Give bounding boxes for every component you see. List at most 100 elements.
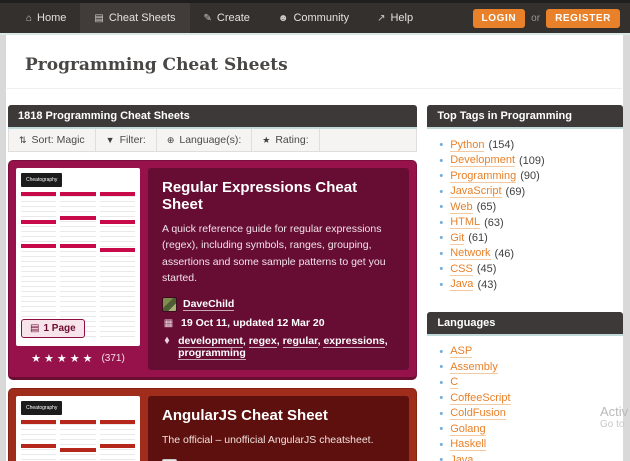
nav-item-help[interactable]: ↗ Help — [363, 3, 427, 33]
top-tag-link[interactable]: Python — [450, 139, 485, 152]
sort-icon: ⇅ — [19, 134, 27, 145]
cheat-sheet-title[interactable]: AngularJS Cheat Sheet — [162, 407, 395, 424]
cheat-sheet-thumbnail[interactable]: Cheatography ▤ — [16, 396, 140, 461]
language-link[interactable]: ASP — [450, 345, 473, 358]
top-tag-link[interactable]: JavaScript — [450, 185, 502, 198]
rating-control[interactable]: ★ Rating: — [252, 129, 320, 151]
top-tag-link[interactable]: Web — [450, 201, 473, 214]
top-tag-count: (46) — [494, 247, 515, 260]
cheat-sheet-title[interactable]: Regular Expressions Cheat Sheet — [162, 179, 395, 213]
language-link[interactable]: Haskell — [450, 438, 487, 451]
top-tag-link[interactable]: HTML — [450, 216, 481, 229]
cheat-sheet-card: Cheatography ▤ — [8, 160, 418, 381]
top-tag-item: • Web (65) — [439, 201, 623, 214]
watermark-line2: Go to — [600, 419, 625, 430]
sort-label: Sort: Magic — [31, 134, 85, 146]
top-tags-header: Top Tags in Programming — [427, 105, 623, 129]
language-link[interactable]: Java — [450, 454, 473, 461]
nav-item-create[interactable]: ✎ Create — [190, 3, 264, 33]
thumbnail-title-lines — [66, 401, 135, 402]
language-link[interactable]: Assembly — [450, 361, 498, 374]
top-tag-link[interactable]: Network — [450, 247, 491, 260]
top-tag-link[interactable]: CSS — [450, 263, 473, 276]
cheat-sheet-thumbnail[interactable]: Cheatography ▤ — [16, 168, 140, 347]
preview-column — [60, 420, 96, 461]
tag-link[interactable]: regular — [282, 335, 318, 349]
thumbnail-column: Cheatography ▤ — [16, 396, 140, 461]
nav-label-create: Create — [216, 12, 250, 24]
top-tag-link[interactable]: Java — [450, 278, 474, 291]
card-details: AngularJS Cheat Sheet The official – uno… — [148, 396, 410, 461]
cheatography-logo: Cheatography — [21, 401, 63, 416]
bullet-icon: • — [439, 392, 444, 404]
tag-link[interactable]: programming — [178, 347, 246, 361]
preview-column — [99, 192, 135, 339]
bullet-icon: • — [439, 185, 444, 198]
nav-item-home[interactable]: ⌂ Home — [12, 3, 80, 33]
bullet-icon: • — [439, 454, 444, 461]
pages-badge[interactable]: ▤ 1 Page — [21, 319, 85, 339]
top-tag-count: (154) — [488, 139, 515, 151]
pencil-icon: ✎ — [203, 12, 212, 24]
page-container: Programming Cheat Sheets 1818 Programmin… — [6, 35, 623, 461]
nav-item-cheat-sheets[interactable]: ▤ Cheat Sheets — [80, 3, 190, 33]
language-link[interactable]: CoffeeScript — [450, 392, 511, 405]
home-icon: ⌂ — [26, 12, 33, 24]
avatar — [162, 297, 177, 313]
grid-icon: ▤ — [94, 12, 104, 24]
language-link[interactable]: C — [450, 376, 459, 389]
bullet-icon: • — [439, 139, 444, 151]
navbar: ⌂ Home ▤ Cheat Sheets ✎ Create ☻ Communi… — [0, 0, 630, 33]
navbar-accent-strip — [0, 33, 630, 35]
bullet-icon: • — [439, 345, 444, 358]
thumbnail-column: Cheatography ▤ — [16, 168, 140, 370]
tag-link[interactable]: expressions — [323, 335, 385, 349]
preview-column — [60, 192, 96, 339]
nav-label-cheat-sheets: Cheat Sheets — [108, 12, 176, 24]
login-button[interactable]: LOGIN — [472, 8, 526, 28]
register-button[interactable]: REGISTER — [546, 8, 620, 28]
top-tag-item: • Network (46) — [439, 247, 623, 260]
top-tag-link[interactable]: Programming — [450, 170, 517, 183]
nav-item-community[interactable]: ☻ Community — [264, 3, 363, 33]
main-column: 1818 Programming Cheat Sheets ⇅ Sort: Ma… — [8, 105, 418, 461]
language-control[interactable]: ⊕ Language(s): — [157, 129, 253, 151]
tag: regular — [282, 335, 323, 349]
cheat-sheet-description: A quick reference guide for regular expr… — [162, 223, 386, 284]
languages-list: • ASP • Assembly • C • CoffeeScript • ColdFus… — [427, 336, 623, 461]
rating-row: ★★★★★ (371) — [16, 346, 140, 370]
top-tag-link[interactable]: Git — [450, 232, 465, 245]
nav-menu: ⌂ Home ▤ Cheat Sheets ✎ Create ☻ Communi… — [0, 3, 427, 33]
language-link[interactable]: ColdFusion — [450, 407, 506, 420]
language-item: • ASP — [439, 345, 623, 358]
top-tag-link[interactable]: Development — [450, 154, 516, 167]
thumbnail-header: Cheatography — [21, 401, 135, 416]
tag-link[interactable]: regex — [248, 335, 277, 349]
bullet-icon: • — [439, 278, 444, 291]
language-item: • CoffeeScript — [439, 392, 623, 405]
top-tag-item: • HTML (63) — [439, 216, 623, 229]
author-link[interactable]: DaveChild — [183, 298, 235, 312]
thumbnail-preview — [21, 192, 135, 339]
nav-label-help: Help — [390, 12, 414, 24]
star-rating: ★★★★★ — [31, 352, 96, 365]
bullet-icon: • — [439, 201, 444, 213]
top-tags-list: • Python (154) • Development (109) • Programm… — [427, 129, 623, 296]
auth-area: LOGIN or REGISTER — [472, 3, 630, 33]
preview-column — [21, 420, 57, 461]
bullet-icon: • — [439, 263, 444, 275]
top-tag-item: • Programming (90) — [439, 170, 623, 183]
language-link[interactable]: Golang — [450, 423, 486, 436]
bullet-icon: • — [439, 247, 444, 260]
top-tag-item: • CSS (45) — [439, 263, 623, 276]
language-item: • C — [439, 376, 623, 389]
filter-control[interactable]: ▼ Filter: — [96, 129, 157, 151]
results-header: 1818 Programming Cheat Sheets — [8, 105, 418, 129]
cheat-sheet-card: Cheatography ▤ — [8, 388, 418, 461]
top-tag-item: • Development (109) — [439, 154, 623, 167]
top-tag-count: (63) — [484, 216, 504, 229]
bullet-icon: • — [439, 216, 444, 229]
or-text: or — [531, 12, 541, 24]
sort-control[interactable]: ⇅ Sort: Magic — [9, 129, 96, 151]
